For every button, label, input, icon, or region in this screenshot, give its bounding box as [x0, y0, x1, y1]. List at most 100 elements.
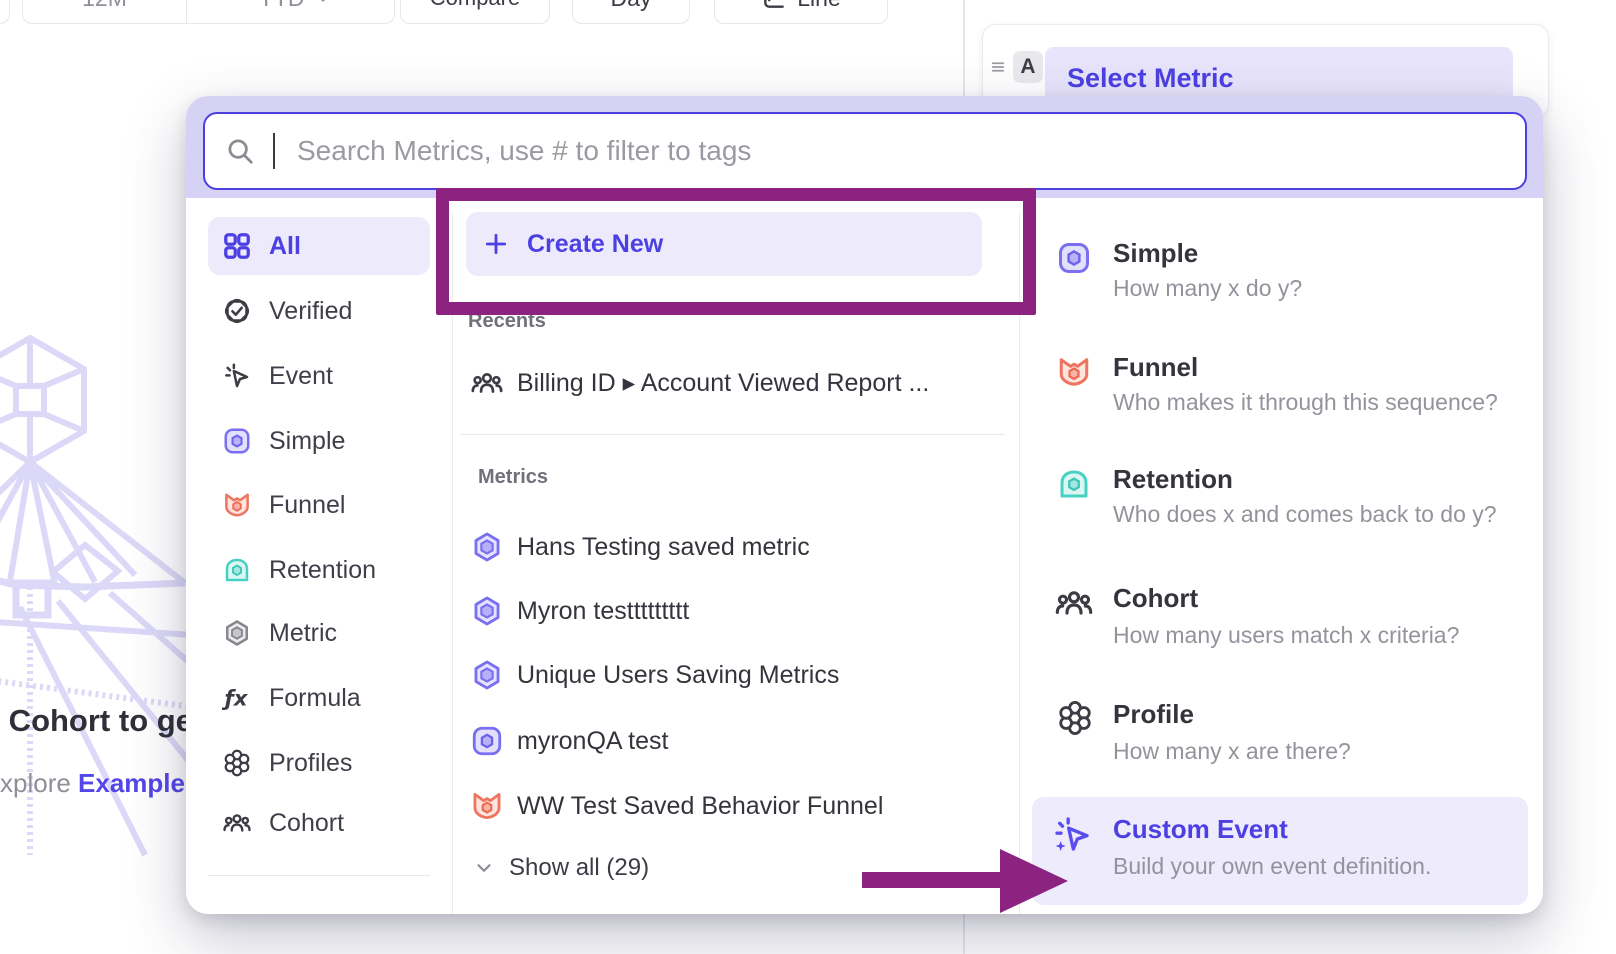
- saved-metric-hexagon-icon: [470, 530, 504, 564]
- metric-type-title: Simple: [1113, 238, 1198, 269]
- drag-handle-icon[interactable]: [989, 58, 1007, 76]
- metric-type-title: Retention: [1113, 464, 1233, 495]
- sidebar-item-cohort[interactable]: Cohort: [208, 794, 430, 852]
- metric-list-item[interactable]: WW Test Saved Behavior Funnel: [470, 788, 883, 824]
- metric-list-item[interactable]: Unique Users Saving Metrics: [470, 657, 839, 693]
- sidebar-item-tags[interactable]: Tags: [208, 872, 430, 914]
- grid-icon: [222, 231, 252, 261]
- tag-icon: [222, 912, 252, 914]
- sidebar-item-formula[interactable]: Formula: [208, 669, 430, 727]
- metric-item-label: Unique Users Saving Metrics: [517, 661, 839, 690]
- metric-type-simple[interactable]: Simple How many x do y?: [1032, 238, 1528, 318]
- metric-hexagon-icon: [222, 618, 252, 648]
- simple-metric-icon: [470, 724, 504, 758]
- metric-type-title: Funnel: [1113, 352, 1198, 383]
- line-chart-icon: [761, 0, 787, 11]
- saved-metric-hexagon-icon: [470, 658, 504, 692]
- example-link[interactable]: Example: [78, 768, 185, 798]
- search-field-container: [203, 112, 1527, 190]
- range-ytd-button[interactable]: YTD: [197, 0, 394, 23]
- cohort-people-icon: [1054, 583, 1094, 623]
- sidebar-item-label: Simple: [269, 427, 345, 456]
- background-headline-fragment: r Cohort to ge: [0, 703, 193, 739]
- sidebar-item-label: Tags: [269, 913, 322, 914]
- retention-icon: [1056, 466, 1092, 502]
- toolbar-partial-button[interactable]: [0, 0, 10, 24]
- verified-badge-icon: [222, 296, 252, 326]
- metric-type-cohort[interactable]: Cohort How many users match x criteria?: [1032, 583, 1528, 663]
- app-canvas: 12M YTD Compare Day Line: [0, 0, 1616, 954]
- sidebar-item-label: All: [269, 232, 301, 261]
- sidebar-item-label: Funnel: [269, 491, 345, 520]
- annotation-highlight-box: [436, 188, 1036, 315]
- sidebar-item-all[interactable]: All: [208, 217, 430, 275]
- sidebar-item-label: Formula: [269, 684, 361, 713]
- text-caret: [273, 133, 275, 169]
- chevron-down-icon: [313, 0, 333, 8]
- metric-type-subtitle: Who does x and comes back to do y?: [1113, 501, 1497, 528]
- range-12m-button[interactable]: 12M: [23, 0, 187, 23]
- explore-text-fragment: xplore: [0, 768, 78, 798]
- metrics-heading: Metrics: [478, 466, 548, 489]
- sidebar-item-event[interactable]: Event: [208, 347, 430, 405]
- date-range-segmented-control: 12M YTD: [22, 0, 395, 24]
- metric-type-subtitle: Who makes it through this sequence?: [1113, 389, 1498, 416]
- metric-type-subtitle: How many x are there?: [1113, 738, 1351, 765]
- metric-type-title: Profile: [1113, 699, 1194, 730]
- sidebar-divider: [452, 212, 453, 914]
- metric-type-profile[interactable]: Profile How many x are there?: [1032, 699, 1528, 779]
- sidebar-item-simple[interactable]: Simple: [208, 412, 430, 470]
- show-all-label: Show all (29): [509, 854, 649, 882]
- metric-item-label: Hans Testing saved metric: [517, 533, 810, 562]
- chart-type-label: Line: [797, 0, 840, 12]
- metric-list-item[interactable]: Myron testtttttttt: [470, 593, 689, 629]
- metric-type-subtitle: How many users match x criteria?: [1113, 622, 1459, 649]
- funnel-icon: [470, 789, 504, 823]
- search-input[interactable]: [295, 134, 1505, 168]
- background-explore-line: xplore Example: [0, 768, 185, 799]
- sidebar-item-metric[interactable]: Metric: [208, 604, 430, 662]
- metric-item-label: myronQA test: [517, 727, 668, 756]
- sidebar-item-profiles[interactable]: Profiles: [208, 734, 430, 792]
- metric-item-label: WW Test Saved Behavior Funnel: [517, 792, 883, 821]
- compare-button[interactable]: Compare: [400, 0, 550, 24]
- recent-item-label: Billing ID ▸ Account Viewed Report ...: [517, 368, 929, 398]
- simple-metric-icon: [1056, 240, 1092, 276]
- range-12m-label: 12M: [82, 0, 127, 12]
- show-all-toggle[interactable]: Show all (29): [473, 854, 649, 882]
- sidebar-item-label: Profiles: [269, 749, 352, 778]
- formula-fx-icon: [222, 683, 252, 713]
- metric-list-item[interactable]: Hans Testing saved metric: [470, 529, 810, 565]
- series-badge: A: [1013, 51, 1043, 83]
- range-ytd-label: YTD: [259, 0, 305, 12]
- compare-label: Compare: [430, 0, 520, 11]
- chart-type-line-button[interactable]: Line: [714, 0, 888, 24]
- sidebar-item-label: Verified: [269, 297, 352, 326]
- search-icon: [225, 136, 255, 166]
- cohort-people-icon: [470, 366, 504, 400]
- simple-metric-icon: [222, 426, 252, 456]
- sidebar-item-funnel[interactable]: Funnel: [208, 476, 430, 534]
- metric-item-label: Myron testtttttttt: [517, 597, 689, 626]
- metric-list-item[interactable]: myronQA test: [470, 723, 668, 759]
- metric-type-subtitle: Build your own event definition.: [1113, 853, 1431, 880]
- metric-type-funnel[interactable]: Funnel Who makes it through this sequenc…: [1032, 352, 1528, 432]
- metric-type-title: Custom Event: [1113, 814, 1288, 845]
- wireframe-illustration: [0, 335, 200, 895]
- sidebar-item-label: Event: [269, 362, 333, 391]
- granularity-label: Day: [611, 0, 652, 12]
- metric-type-subtitle: How many x do y?: [1113, 275, 1302, 302]
- event-cursor-icon: [222, 361, 252, 391]
- annotation-arrow: [850, 840, 1080, 930]
- sidebar-item-label: Retention: [269, 556, 376, 585]
- metric-type-custom-event[interactable]: Custom Event Build your own event defini…: [1032, 814, 1528, 894]
- sidebar-item-retention[interactable]: Retention: [208, 541, 430, 599]
- granularity-day-button[interactable]: Day: [572, 0, 690, 24]
- recent-item-billing[interactable]: Billing ID ▸ Account Viewed Report ...: [470, 366, 929, 400]
- sidebar-item-verified[interactable]: Verified: [208, 282, 430, 340]
- select-metric-label: Select Metric: [1067, 63, 1234, 94]
- metric-type-retention[interactable]: Retention Who does x and comes back to d…: [1032, 464, 1528, 544]
- profiles-flower-icon: [1056, 699, 1094, 737]
- sidebar-item-label: Metric: [269, 619, 337, 648]
- column-divider: [1019, 212, 1020, 914]
